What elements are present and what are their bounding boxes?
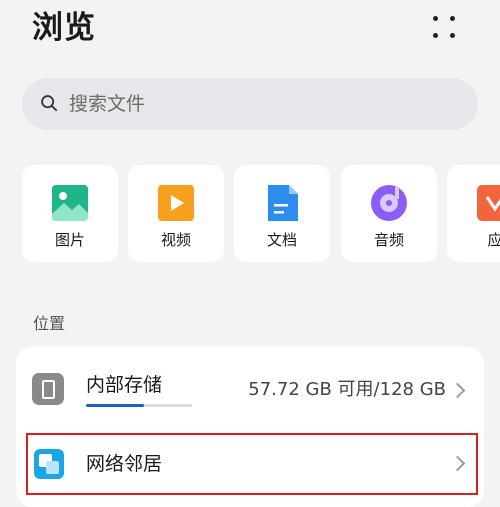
network-neighbors-row[interactable]: 网络邻居 <box>26 433 478 495</box>
category-audio[interactable]: 音频 <box>341 165 437 262</box>
more-dot <box>433 33 438 38</box>
category-row: 图片 视频 文档 音频 应 <box>0 165 500 262</box>
internal-storage-label[interactable]: 内部存储 <box>86 372 162 398</box>
storage-usage-text: 57.72 GB 可用/128 GB <box>248 379 446 400</box>
category-videos[interactable]: 视频 <box>128 165 224 262</box>
more-dot <box>450 16 455 21</box>
more-dot <box>450 33 455 38</box>
search-icon <box>41 95 58 112</box>
video-icon <box>158 185 194 221</box>
document-icon <box>268 185 298 221</box>
chevron-right-icon <box>449 455 466 472</box>
category-documents[interactable]: 文档 <box>234 165 330 262</box>
category-label: 视频 <box>160 231 191 249</box>
network-icon <box>34 449 64 479</box>
phone-storage-icon <box>32 373 64 405</box>
storage-usage-fill <box>86 404 145 407</box>
category-label: 图片 <box>54 231 85 249</box>
section-label-locations: 位置 <box>33 314 66 333</box>
network-neighbors-label: 网络邻居 <box>86 453 163 475</box>
audio-icon <box>371 185 407 221</box>
locations-card: 内部存储 57.72 GB 可用/128 GB 网络邻居 <box>16 347 484 507</box>
category-label: 应 <box>487 231 500 249</box>
search-bar[interactable]: 搜索文件 <box>22 78 478 130</box>
chevron-right-icon <box>449 382 466 399</box>
search-placeholder: 搜索文件 <box>69 93 146 115</box>
page-title: 浏览 <box>32 10 96 46</box>
picture-icon <box>52 185 88 221</box>
more-dots-icon[interactable] <box>425 10 465 44</box>
app-icon <box>477 185 500 221</box>
category-label: 音频 <box>373 231 404 249</box>
category-label: 文档 <box>266 231 297 249</box>
more-dot <box>433 16 438 21</box>
category-pictures[interactable]: 图片 <box>22 165 118 262</box>
category-apps[interactable]: 应 <box>447 165 500 262</box>
storage-usage-bar <box>86 404 192 407</box>
